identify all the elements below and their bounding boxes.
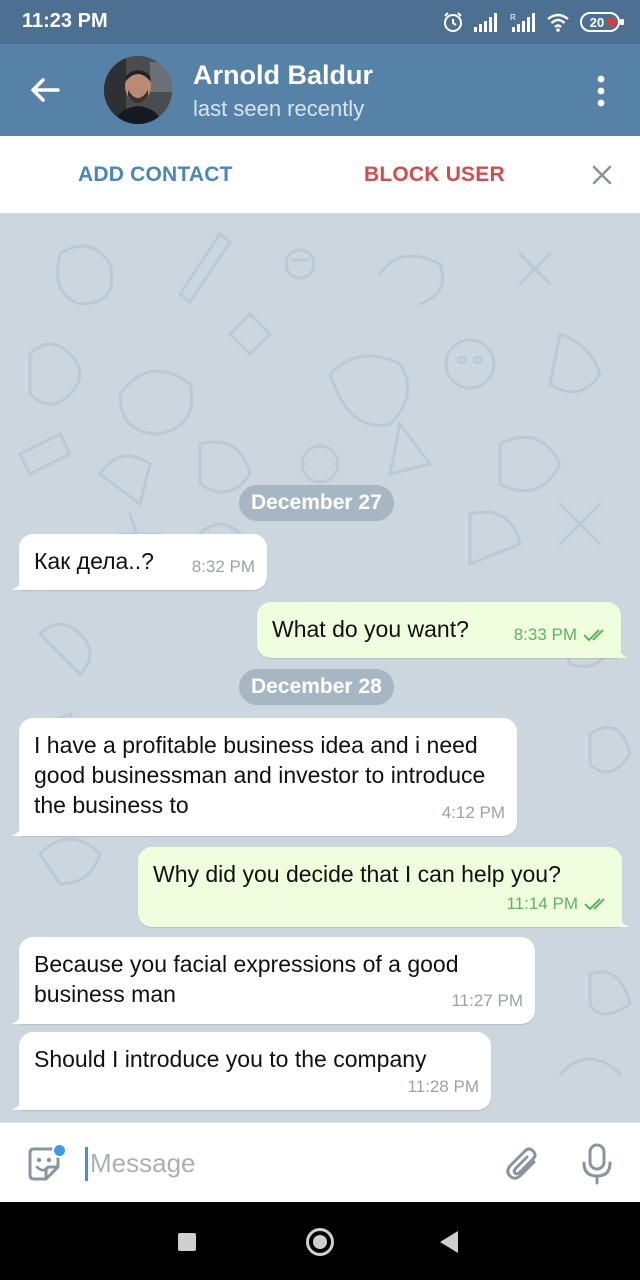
incoming-message[interactable]: Because you facial expressions of a good… [11,937,535,1024]
paperclip-icon[interactable] [504,1145,542,1183]
text-caret [85,1147,88,1181]
battery-level: 20 [589,14,605,30]
message-text: Как дела..? [34,548,154,574]
message-text: Why did you decide that I can help you? [153,861,561,887]
incoming-message[interactable]: Как дела..? 8:32 PM [11,534,267,590]
microphone-icon[interactable] [580,1143,614,1185]
contact-action-bar: ADD CONTACT BLOCK USER [0,136,640,214]
home-icon[interactable] [306,1228,334,1256]
message-input[interactable] [90,1143,470,1183]
close-icon[interactable] [590,163,614,187]
status-icons: R 20 [442,10,624,34]
message-time: 8:32 PM [191,557,255,576]
more-vertical-icon[interactable] [586,74,616,108]
block-user-button[interactable]: BLOCK USER [364,163,505,187]
message-text: I have a profitable business idea and i … [34,732,486,818]
message-text: What do you want? [272,616,469,642]
status-bar: 11:23 PM R 20 [0,0,640,44]
recents-icon[interactable] [178,1233,196,1251]
date-separator: December 27 [239,485,394,521]
incoming-message[interactable]: Should I introduce you to the company 11… [11,1032,491,1110]
avatar-image [104,56,172,124]
battery-icon: 20 [580,12,624,32]
signal-r-icon: R [510,13,535,32]
contact-name[interactable]: Arnold Baldur [193,60,373,91]
double-check-icon [584,898,605,911]
back-icon[interactable] [440,1231,458,1253]
contact-status: last seen recently [193,96,365,121]
message-composer [0,1122,640,1202]
avatar[interactable] [104,56,172,124]
wifi-icon [547,13,569,32]
signal-icon [474,13,497,32]
date-separator: December 28 [239,669,394,705]
message-time: 4:12 PM [441,803,505,822]
arrow-left-icon[interactable] [24,70,64,110]
status-time: 11:23 PM [22,10,108,32]
svg-text:R: R [510,13,516,22]
outgoing-message[interactable]: Why did you decide that I can help you? … [138,847,630,927]
system-nav-bar [0,1202,640,1280]
incoming-message[interactable]: I have a profitable business idea and i … [11,718,517,836]
message-time: 8:33 PM [513,625,577,644]
message-time: 11:14 PM [506,894,578,913]
double-check-icon [583,629,604,642]
chat-area[interactable]: December 27 Как дела..? 8:32 PM What do … [0,214,640,1122]
message-time: 11:27 PM [451,991,523,1010]
message-text: Should I introduce you to the company [34,1046,427,1072]
notification-dot [52,1143,67,1158]
outgoing-message[interactable]: What do you want? 8:33 PM [257,602,629,658]
add-contact-button[interactable]: ADD CONTACT [78,163,233,187]
alarm-icon [444,12,462,32]
chat-header: Arnold Baldur last seen recently [0,44,640,136]
message-time: 11:28 PM [407,1077,479,1096]
